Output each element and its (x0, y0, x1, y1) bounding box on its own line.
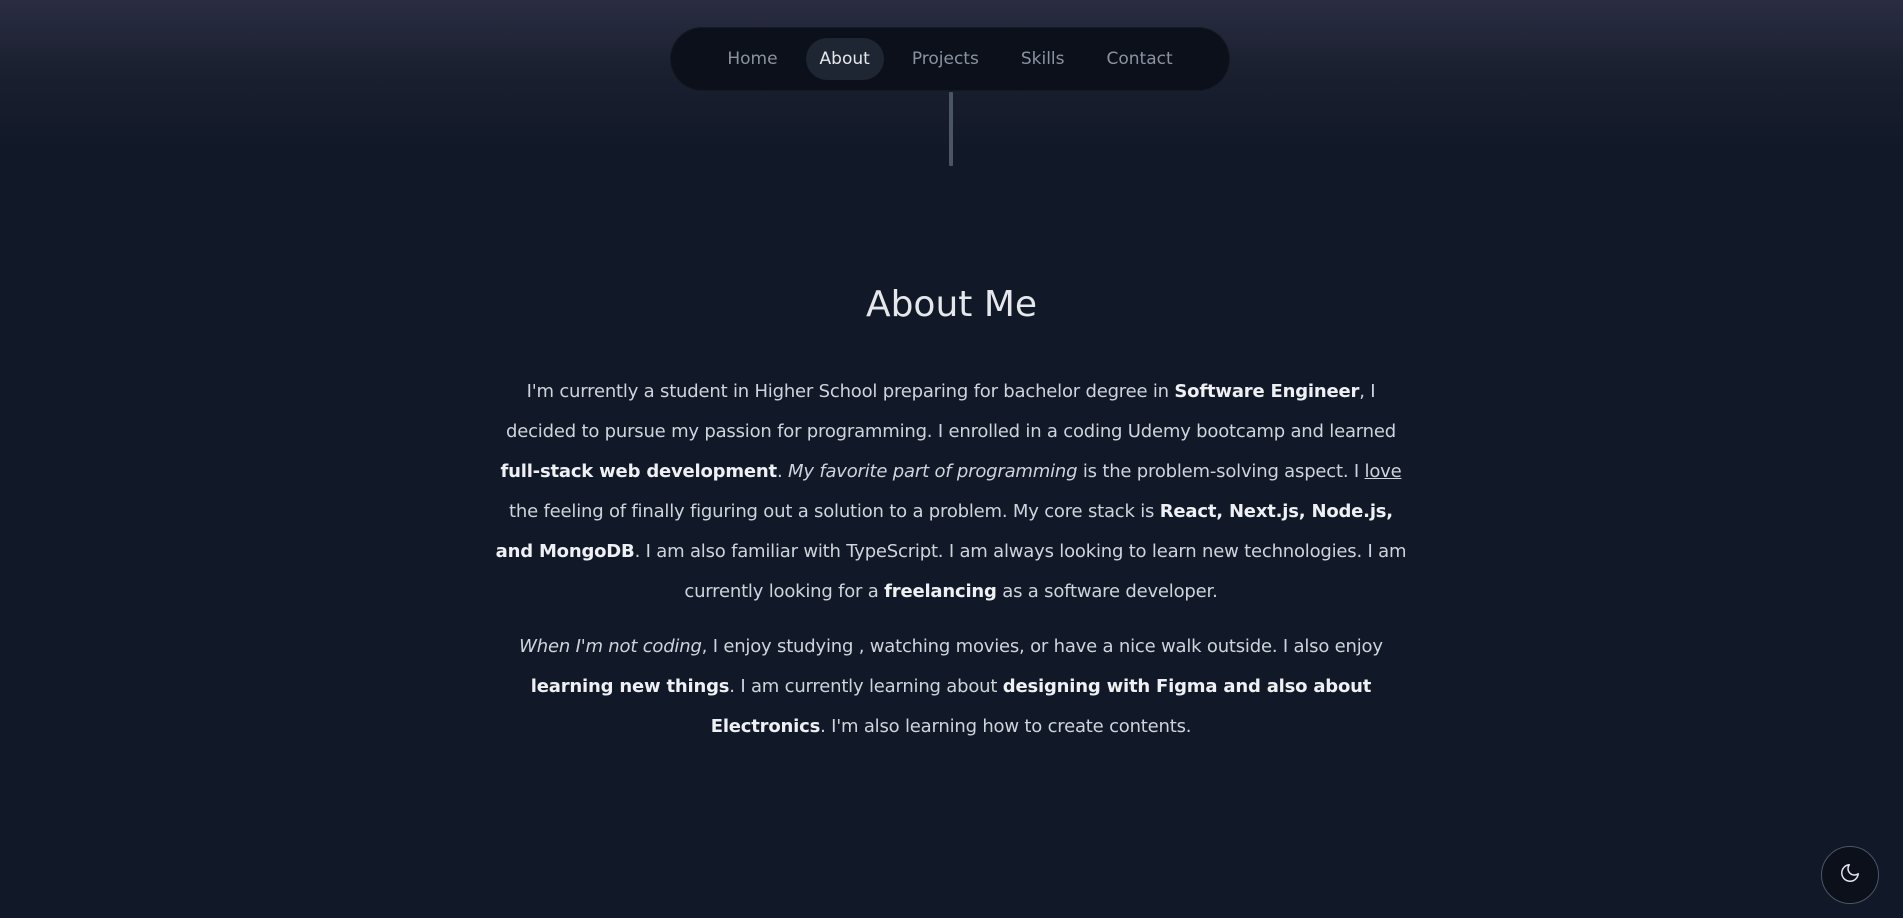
nav-skills[interactable]: Skills (1007, 38, 1079, 80)
nav-about[interactable]: About (805, 38, 884, 80)
nav-home[interactable]: Home (713, 38, 791, 80)
section-title: About Me (865, 284, 1038, 325)
vertical-divider (949, 92, 953, 166)
about-paragraph-1: I'm currently a student in Higher School… (495, 381, 1407, 602)
moon-icon (1839, 862, 1861, 888)
theme-toggle-button[interactable] (1821, 846, 1879, 904)
nav-contact[interactable]: Contact (1093, 38, 1187, 80)
main-nav: Home About Projects Skills Contact (670, 27, 1230, 91)
nav-projects[interactable]: Projects (898, 38, 993, 80)
about-paragraph-2: When I'm not coding, I enjoy studying , … (519, 636, 1383, 737)
